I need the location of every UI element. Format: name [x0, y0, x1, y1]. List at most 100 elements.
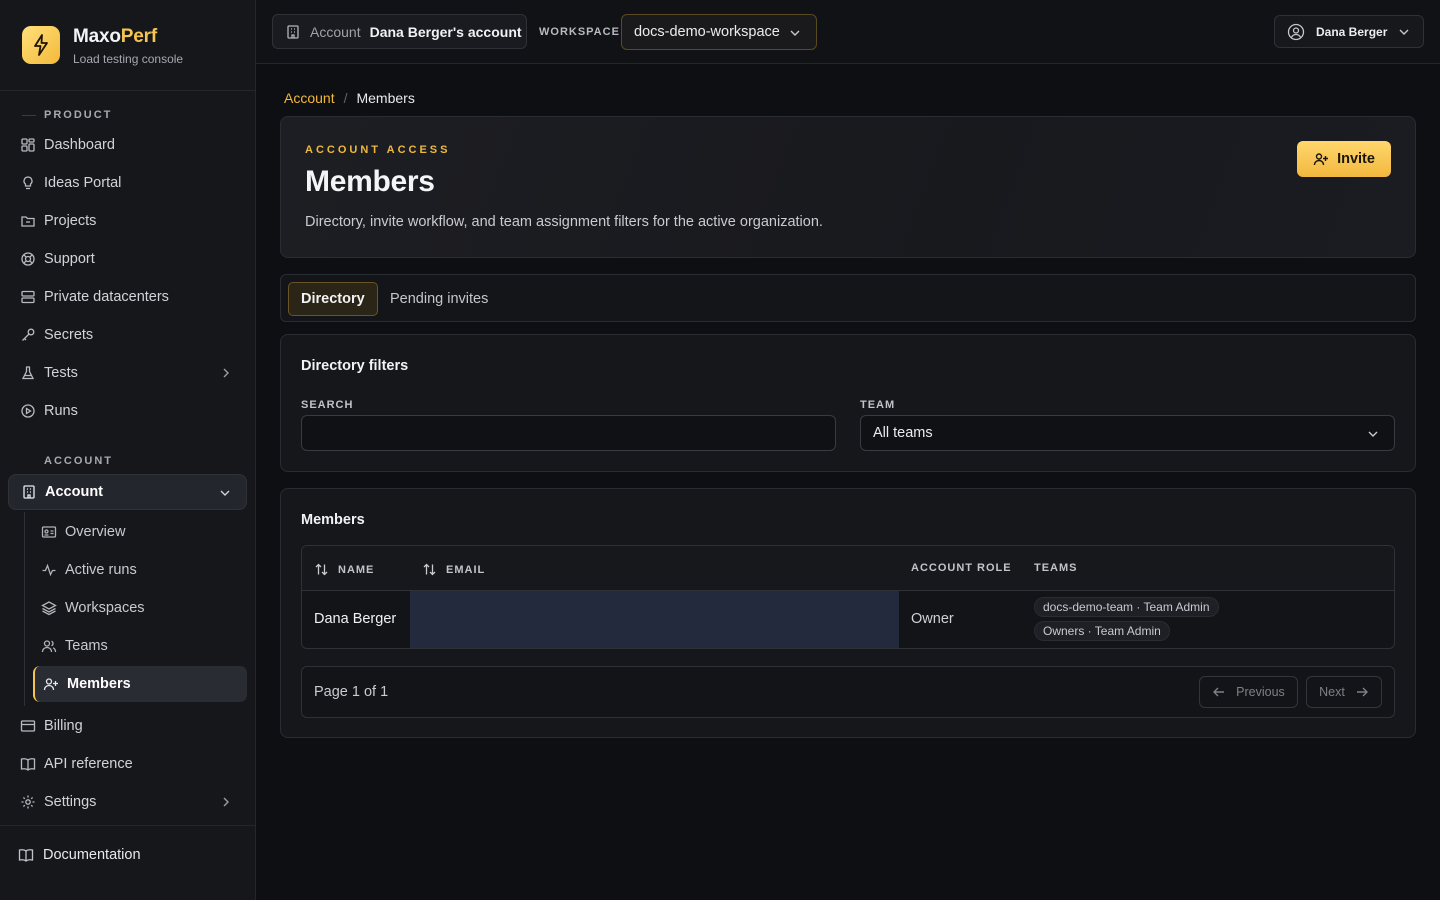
workspace-select-value: docs-demo-workspace	[634, 24, 780, 40]
sidebar-subitem-label: Members	[67, 676, 131, 692]
account-switcher[interactable]: Account Dana Berger's account	[272, 14, 527, 49]
member-name: Dana Berger	[314, 611, 397, 627]
pagination: Page 1 of 1 Previous Next	[301, 666, 1395, 718]
page-eyebrow: ACCOUNT ACCESS	[305, 144, 451, 156]
sidebar-item-projects[interactable]: Projects	[8, 203, 247, 239]
tab-directory[interactable]: Directory	[288, 282, 378, 316]
tab-bar: Directory Pending invites	[280, 274, 1416, 322]
credit-card-icon	[20, 720, 36, 732]
sidebar: MaxoPerf Load testing console PRODUCT Da…	[0, 0, 256, 900]
sidebar-item-label: Tests	[44, 365, 78, 381]
team-select[interactable]: All teams	[860, 415, 1395, 451]
search-label: SEARCH	[301, 399, 354, 411]
sort-icon	[423, 563, 436, 576]
server-icon	[21, 290, 35, 304]
breadcrumb: Account / Members	[284, 90, 415, 106]
account-switcher-label: Account	[310, 23, 361, 40]
activity-icon	[42, 563, 56, 577]
sidebar-subitem-workspaces[interactable]: Workspaces	[33, 590, 247, 626]
submenu-rail	[24, 512, 25, 706]
sidebar-item-label: API reference	[44, 756, 133, 772]
invite-button[interactable]: Invite	[1297, 141, 1391, 177]
section-divider	[22, 115, 36, 116]
previous-button[interactable]: Previous	[1199, 676, 1298, 708]
chevron-down-icon	[220, 490, 230, 496]
topbar: Account Dana Berger's account WORKSPACE …	[256, 0, 1440, 64]
sidebar-item-secrets[interactable]: Secrets	[8, 317, 247, 353]
invite-button-label: Invite	[1337, 151, 1375, 167]
column-header-account-role: ACCOUNT ROLE	[911, 562, 1012, 574]
building-icon	[287, 24, 299, 39]
sidebar-item-label: Settings	[44, 794, 97, 810]
sidebar-item-billing[interactable]: Billing	[8, 708, 247, 744]
column-header-label: NAME	[338, 563, 375, 576]
dashboard-icon	[21, 138, 35, 152]
team-chip: docs-demo-team · Team Admin	[1034, 597, 1219, 617]
column-header-email[interactable]: EMAIL	[422, 562, 485, 577]
sidebar-item-tests[interactable]: Tests	[8, 355, 247, 391]
arrow-left-icon	[1213, 687, 1225, 697]
brand-subtitle: Load testing console	[73, 52, 184, 66]
sidebar-item-ideas-portal[interactable]: Ideas Portal	[8, 165, 247, 201]
next-button[interactable]: Next	[1306, 676, 1382, 708]
filters-title: Directory filters	[301, 358, 409, 374]
sidebar-item-label: Dashboard	[44, 137, 115, 153]
sidebar-item-label: Runs	[44, 403, 78, 419]
building-icon	[23, 485, 35, 499]
column-header-name[interactable]: NAME	[314, 562, 374, 577]
layers-icon	[41, 601, 57, 616]
members-card: Members NAME EMAIL ACCOUNT ROLE TEAMS Da…	[280, 488, 1416, 738]
search-input[interactable]	[301, 415, 836, 451]
section-label-account: ACCOUNT	[44, 455, 113, 467]
key-icon	[22, 328, 35, 341]
members-table: NAME EMAIL ACCOUNT ROLE TEAMS Dana Berge…	[301, 545, 1395, 649]
chevron-down-icon	[790, 30, 800, 36]
brand: MaxoPerf Load testing console	[0, 0, 255, 91]
sidebar-item-label: Projects	[44, 213, 97, 229]
table-row[interactable]: Dana Berger Owner docs-demo-team · Team …	[302, 591, 1394, 648]
gear-icon	[21, 795, 35, 809]
chevron-right-icon	[223, 797, 229, 807]
lightning-logo-icon[interactable]	[22, 26, 60, 64]
sidebar-item-dashboard[interactable]: Dashboard	[8, 127, 247, 163]
user-name: Dana Berger	[1316, 24, 1388, 39]
user-menu[interactable]: Dana Berger	[1274, 15, 1424, 48]
directory-filters-card: Directory filters SEARCH TEAM All teams	[280, 334, 1416, 472]
column-header-label: EMAIL	[446, 563, 486, 576]
breadcrumb-separator: /	[343, 90, 348, 106]
book-open-icon	[18, 849, 34, 862]
user-plus-icon	[1313, 153, 1329, 166]
chevron-right-icon	[223, 368, 229, 378]
documentation-link[interactable]: Documentation	[18, 847, 141, 863]
user-plus-icon	[43, 678, 58, 691]
breadcrumb-account-link[interactable]: Account	[284, 90, 335, 106]
workspace-label: WORKSPACE	[539, 26, 620, 38]
sidebar-item-settings[interactable]: Settings	[8, 784, 247, 820]
play-circle-icon	[21, 404, 35, 418]
sidebar-item-api-reference[interactable]: API reference	[8, 746, 247, 782]
flask-icon	[21, 366, 35, 380]
team-label: TEAM	[860, 399, 896, 411]
previous-label: Previous	[1236, 685, 1285, 699]
tab-pending-invites[interactable]: Pending invites	[378, 282, 500, 316]
workspace-select[interactable]: docs-demo-workspace	[621, 14, 817, 50]
sidebar-subitem-teams[interactable]: Teams	[33, 628, 247, 664]
folder-icon	[21, 216, 35, 227]
arrow-right-icon	[1356, 687, 1368, 697]
sidebar-item-support[interactable]: Support	[8, 241, 247, 277]
page-description: Directory, invite workflow, and team ass…	[305, 214, 823, 230]
sidebar-subitem-overview[interactable]: Overview	[33, 514, 247, 550]
sidebar-subitem-active-runs[interactable]: Active runs	[33, 552, 247, 588]
member-email-cell	[410, 591, 899, 648]
page-title: Members	[305, 165, 435, 198]
sidebar-subitem-members[interactable]: Members	[33, 666, 247, 702]
account-switcher-value: Dana Berger's account	[369, 23, 522, 40]
sidebar-item-runs[interactable]: Runs	[8, 393, 247, 429]
sidebar-item-private-datacenters[interactable]: Private datacenters	[8, 279, 247, 315]
documentation-label: Documentation	[43, 847, 141, 863]
section-label-product: PRODUCT	[44, 109, 113, 121]
sort-icon	[315, 563, 328, 576]
table-header: NAME EMAIL ACCOUNT ROLE TEAMS	[302, 546, 1394, 591]
sidebar-item-label: Private datacenters	[44, 289, 169, 305]
sidebar-item-account[interactable]: Account	[8, 474, 247, 510]
